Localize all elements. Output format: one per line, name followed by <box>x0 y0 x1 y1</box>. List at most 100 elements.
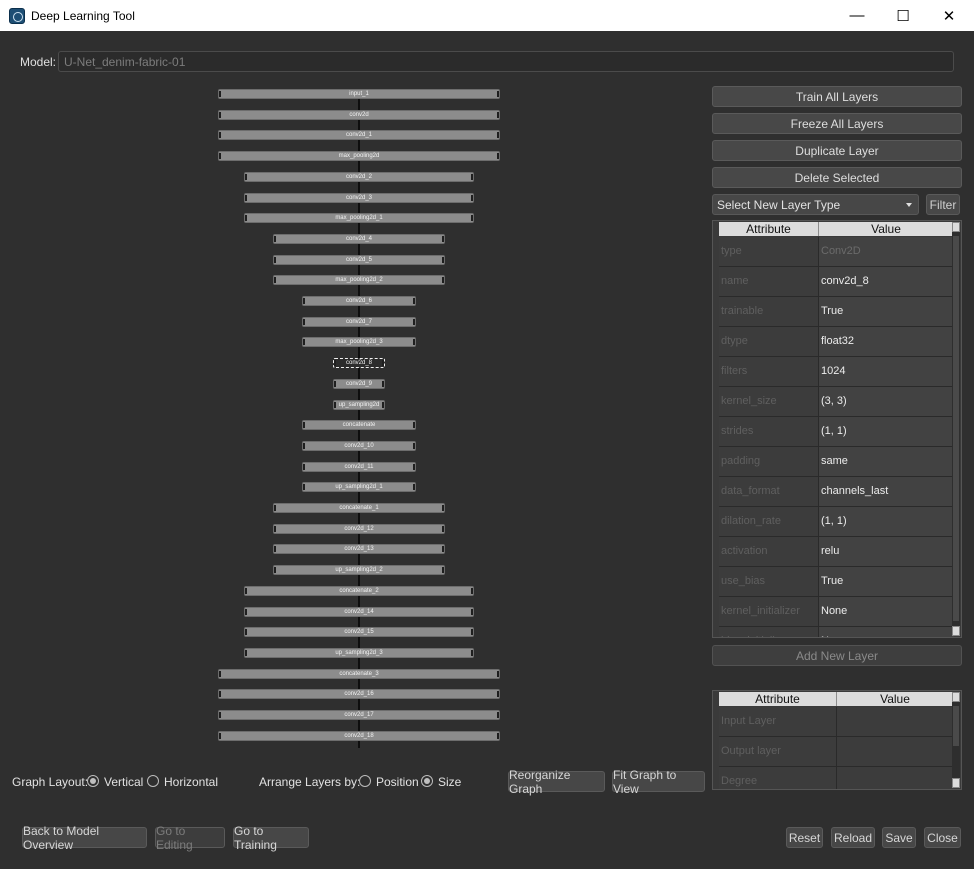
attribute-value[interactable] <box>837 707 954 736</box>
freeze-all-layers-button[interactable]: Freeze All Layers <box>712 113 962 134</box>
attribute-value[interactable]: relu <box>819 537 954 566</box>
filter-button[interactable]: Filter <box>926 194 960 215</box>
graph-node[interactable]: up_sampling2d_1 <box>302 482 416 492</box>
graph-node[interactable]: conv2d_14 <box>244 607 474 617</box>
scrollbar-thumb[interactable] <box>953 236 959 621</box>
graph-node[interactable]: conv2d_3 <box>244 193 474 203</box>
go-to-editing-button[interactable]: Go to Editing <box>155 824 225 852</box>
graph-node[interactable]: conv2d_1 <box>218 130 500 140</box>
graph-node[interactable]: conv2d_17 <box>218 710 500 720</box>
graph-node[interactable]: conv2d_18 <box>218 731 500 741</box>
horizontal-label[interactable]: Horizontal <box>164 775 218 789</box>
duplicate-layer-button[interactable]: Duplicate Layer <box>712 140 962 161</box>
horizontal-radio[interactable] <box>147 775 159 787</box>
table-row[interactable]: trainable True <box>719 297 954 327</box>
layer-type-select[interactable]: Select New Layer Type <box>712 194 919 215</box>
header-value[interactable]: Value <box>819 222 954 236</box>
graph-node[interactable]: up_sampling2d_2 <box>273 565 445 575</box>
table-row[interactable]: filters 1024 <box>719 357 954 387</box>
fit-graph-button[interactable]: Fit Graph to View <box>612 768 705 796</box>
attribute-value[interactable]: channels_last <box>819 477 954 506</box>
table-row[interactable]: Output layer <box>719 737 954 767</box>
graph-node[interactable]: conv2d_13 <box>273 544 445 554</box>
attribute-value[interactable]: None <box>819 597 954 626</box>
go-to-training-button[interactable]: Go to Training <box>233 824 309 852</box>
attribute-value[interactable]: (1, 1) <box>819 507 954 536</box>
save-button[interactable]: Save <box>882 827 916 848</box>
back-to-model-overview-button[interactable]: Back to Model Overview <box>22 824 147 852</box>
table-row[interactable]: Input Layer <box>719 707 954 737</box>
position-radio[interactable] <box>359 775 371 787</box>
reload-button[interactable]: Reload <box>831 827 875 848</box>
table-row[interactable]: dilation_rate (1, 1) <box>719 507 954 537</box>
size-label[interactable]: Size <box>438 775 461 789</box>
table-row[interactable]: kernel_size (3, 3) <box>719 387 954 417</box>
graph-node[interactable]: conv2d_10 <box>302 441 416 451</box>
graph-node[interactable]: conv2d_15 <box>244 627 474 637</box>
graph-node[interactable]: conv2d_7 <box>302 317 416 327</box>
scrollbar-thumb[interactable] <box>953 706 959 746</box>
close-button[interactable]: Close <box>924 827 961 848</box>
scroll-down-icon[interactable] <box>952 626 960 636</box>
vertical-radio[interactable] <box>87 775 99 787</box>
graph-node[interactable]: concatenate_3 <box>218 669 500 679</box>
maximize-button[interactable]: ☐ <box>880 0 926 31</box>
graph-node[interactable]: conv2d_4 <box>273 234 445 244</box>
graph-node[interactable]: max_pooling2d_1 <box>244 213 474 223</box>
attribute-value[interactable] <box>837 737 954 766</box>
reorganize-graph-button[interactable]: Reorganize Graph <box>508 768 605 796</box>
size-radio[interactable] <box>421 775 433 787</box>
attribute-value[interactable]: True <box>819 567 954 596</box>
reset-button[interactable]: Reset <box>786 827 823 848</box>
connection-table[interactable]: Attribute Value Input Layer Output layer D… <box>712 690 962 790</box>
graph-node[interactable]: max_pooling2d <box>218 151 500 161</box>
graph-node[interactable]: conv2d_12 <box>273 524 445 534</box>
graph-node[interactable]: concatenate <box>302 420 416 430</box>
graph-node[interactable]: concatenate_2 <box>244 586 474 596</box>
attribute-value[interactable]: same <box>819 447 954 476</box>
table-row[interactable]: dtype float32 <box>719 327 954 357</box>
attribute-value[interactable]: float32 <box>819 327 954 356</box>
table-row[interactable]: kernel_initializer None <box>719 597 954 627</box>
attribute-value[interactable]: Conv2D <box>819 237 954 266</box>
scroll-up-icon[interactable] <box>952 692 960 702</box>
table-row[interactable]: Degree <box>719 767 954 789</box>
graph-node[interactable]: conv2d_8 <box>333 358 385 368</box>
table-row[interactable]: padding same <box>719 447 954 477</box>
attribute-table-scrollbar[interactable] <box>952 222 960 636</box>
graph-node[interactable]: up_sampling2d <box>333 400 385 410</box>
graph-node[interactable]: input_1 <box>218 89 500 99</box>
table-row[interactable]: name conv2d_8 <box>719 267 954 297</box>
scroll-up-icon[interactable] <box>952 222 960 232</box>
attribute-value[interactable] <box>837 767 954 789</box>
position-label[interactable]: Position <box>376 775 419 789</box>
attribute-table[interactable]: Attribute Value type Conv2D name conv2d_8 tr… <box>712 220 962 638</box>
graph-node[interactable]: max_pooling2d_2 <box>273 275 445 285</box>
table-row[interactable]: activation relu <box>719 537 954 567</box>
table-row[interactable]: use_bias True <box>719 567 954 597</box>
graph-node[interactable]: up_sampling2d_3 <box>244 648 474 658</box>
graph-node[interactable]: conv2d_5 <box>273 255 445 265</box>
table-row[interactable]: type Conv2D <box>719 237 954 267</box>
close-window-button[interactable]: ✕ <box>926 0 972 31</box>
graph-node[interactable]: conv2d_16 <box>218 689 500 699</box>
minimize-button[interactable]: — <box>834 0 880 31</box>
graph-node[interactable]: max_pooling2d_3 <box>302 337 416 347</box>
attribute-value[interactable]: (1, 1) <box>819 417 954 446</box>
layer-graph[interactable]: input_1 conv2d conv2d_1 max_pooling2d conv2d… <box>0 80 710 760</box>
graph-node[interactable]: conv2d_11 <box>302 462 416 472</box>
table-row[interactable]: strides (1, 1) <box>719 417 954 447</box>
attribute-value[interactable]: conv2d_8 <box>819 267 954 296</box>
delete-selected-button[interactable]: Delete Selected <box>712 167 962 188</box>
table-row[interactable]: bias_initializerNone <box>719 627 954 637</box>
graph-node[interactable]: conv2d_6 <box>302 296 416 306</box>
header-attribute[interactable]: Attribute <box>719 222 819 236</box>
graph-node[interactable]: conv2d_2 <box>244 172 474 182</box>
attribute-value[interactable]: None <box>819 627 954 637</box>
graph-node[interactable]: concatenate_1 <box>273 503 445 513</box>
add-new-layer-button[interactable]: Add New Layer <box>712 645 962 666</box>
connection-table-scrollbar[interactable] <box>952 692 960 788</box>
scroll-down-icon[interactable] <box>952 778 960 788</box>
vertical-label[interactable]: Vertical <box>104 775 143 789</box>
header-value[interactable]: Value <box>837 692 954 706</box>
